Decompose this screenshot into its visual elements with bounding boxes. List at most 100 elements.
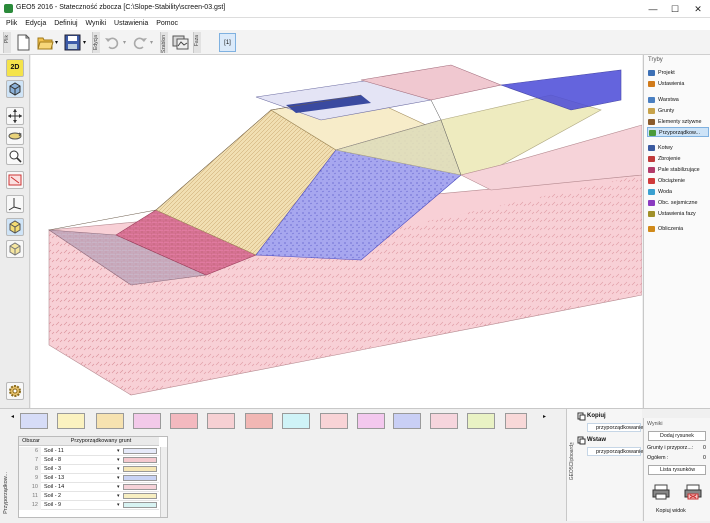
cube-3d-icon bbox=[9, 82, 21, 96]
mode-ustawienia[interactable]: Ustawienia bbox=[647, 79, 709, 89]
axes-button[interactable] bbox=[6, 195, 24, 213]
soil-swatch[interactable] bbox=[430, 413, 458, 429]
slope-3d-model bbox=[47, 64, 642, 396]
zoom-button[interactable] bbox=[6, 147, 24, 165]
toolbar: Plik ▾ ▾ Edycja ▾ ▾ Szablon Faza [1] bbox=[0, 30, 710, 82]
add-image-button[interactable]: Dodaj rysunek bbox=[648, 431, 706, 441]
mode-grunty[interactable]: Grunty bbox=[647, 106, 709, 116]
clipboard-label: GEO5Clipboard™ bbox=[569, 439, 575, 481]
table-row[interactable]: 11 Soil - 2 ▾ bbox=[19, 492, 159, 501]
soil-swatch[interactable] bbox=[393, 413, 421, 429]
view-cube-icon bbox=[9, 220, 21, 234]
assignment-table: Obszar Przyporządkowany grunt 6 Soil - 11… bbox=[18, 436, 168, 518]
paste-assignment-button[interactable]: przyporządkowanie bbox=[587, 447, 643, 456]
minimize-button[interactable]: — bbox=[642, 2, 664, 16]
soil-swatch[interactable] bbox=[20, 413, 48, 429]
soil-swatch[interactable] bbox=[357, 413, 385, 429]
chevron-down-icon: ▾ bbox=[117, 466, 120, 472]
mode-3d-button[interactable] bbox=[6, 80, 24, 98]
rotate-button[interactable] bbox=[6, 127, 24, 145]
menu-edycja[interactable]: Edycja bbox=[25, 18, 46, 30]
soil-swatch[interactable] bbox=[282, 413, 310, 429]
menu-bar: Plik Edycja Definiuj Wyniki Ustawienia P… bbox=[0, 18, 710, 30]
mode-obc-sejsmiczne[interactable]: Obc. sejsmiczne bbox=[647, 198, 709, 208]
swatch-scroll-right-icon[interactable]: ▸ bbox=[543, 413, 546, 420]
soil-swatch[interactable] bbox=[505, 413, 527, 429]
soil-swatch[interactable] bbox=[207, 413, 235, 429]
redo-dropdown-icon[interactable]: ▾ bbox=[150, 39, 153, 46]
output-panel: Wyniki Dodaj rysunek Grunty i przyporz..… bbox=[643, 418, 710, 521]
view-cube-alt-button[interactable] bbox=[6, 240, 24, 258]
new-file-icon[interactable] bbox=[15, 34, 32, 51]
soil-swatch[interactable] bbox=[133, 413, 161, 429]
close-button[interactable]: ✕ bbox=[687, 2, 709, 16]
assign-icon bbox=[649, 130, 656, 136]
redo-icon[interactable] bbox=[131, 34, 148, 51]
view-cube-alt-icon bbox=[9, 242, 21, 256]
mode-kotwy[interactable]: Kotwy bbox=[647, 143, 709, 153]
print-red-icon[interactable] bbox=[684, 484, 702, 500]
mode-woda[interactable]: Woda bbox=[647, 187, 709, 197]
table-row[interactable]: 9 Soil - 13 ▾ bbox=[19, 474, 159, 483]
table-row[interactable]: 8 Soil - 3 ▾ bbox=[19, 465, 159, 474]
soil-swatch[interactable] bbox=[57, 413, 85, 429]
save-icon[interactable] bbox=[64, 34, 81, 51]
menu-ustawienia[interactable]: Ustawienia bbox=[114, 18, 148, 30]
table-row[interactable]: 6 Soil - 11 ▾ bbox=[19, 447, 159, 456]
view-cube-button[interactable] bbox=[6, 218, 24, 236]
copy-view-button[interactable]: Kopiuj widok bbox=[656, 508, 686, 514]
assignment-frame-label: Przyporządkow... bbox=[3, 472, 9, 514]
menu-definiuj[interactable]: Definiuj bbox=[54, 18, 77, 30]
soil-swatch[interactable] bbox=[170, 413, 198, 429]
open-dropdown-icon[interactable]: ▾ bbox=[55, 39, 58, 46]
mode-panel-header: Tryby bbox=[648, 57, 663, 63]
mode-ustawienia-fazy[interactable]: Ustawienia fazy bbox=[647, 209, 709, 219]
undo-dropdown-icon[interactable]: ▾ bbox=[123, 39, 126, 46]
pan-button[interactable] bbox=[6, 107, 24, 125]
mode-przyporzadkowanie[interactable]: Przyporządkow... bbox=[647, 127, 709, 137]
copy-icon bbox=[577, 412, 586, 421]
printer-icon[interactable] bbox=[652, 484, 670, 500]
toolbar-group-template: Szablon bbox=[160, 32, 168, 53]
table-scrollbar[interactable] bbox=[160, 447, 167, 517]
soil-swatch[interactable] bbox=[245, 413, 273, 429]
anchor-icon bbox=[648, 145, 655, 151]
image-list-button[interactable]: Lista rysunków bbox=[648, 465, 706, 475]
mode-projekt[interactable]: Projekt bbox=[647, 68, 709, 78]
menu-wyniki[interactable]: Wyniki bbox=[86, 18, 107, 30]
table-row[interactable]: 12 Soil - 9 ▾ bbox=[19, 501, 159, 510]
open-folder-icon[interactable] bbox=[37, 34, 54, 51]
maximize-button[interactable]: ☐ bbox=[664, 2, 686, 16]
toolbar-group-frame: Faza bbox=[193, 32, 201, 53]
chevron-down-icon: ▾ bbox=[117, 475, 120, 481]
swatch-scroll-left-icon[interactable]: ◂ bbox=[11, 413, 14, 420]
mode-2d-button[interactable]: 2D bbox=[6, 59, 24, 77]
soil-swatch[interactable] bbox=[96, 413, 124, 429]
undo-icon[interactable] bbox=[104, 34, 121, 51]
chevron-down-icon: ▾ bbox=[117, 448, 120, 454]
project-icon bbox=[648, 70, 655, 76]
table-row[interactable]: 10 Soil - 14 ▾ bbox=[19, 483, 159, 492]
mode-elementy-sztywne[interactable]: Elementy sztywne bbox=[647, 117, 709, 127]
table-row[interactable]: 7 Soil - 8 ▾ bbox=[19, 456, 159, 465]
menu-plik[interactable]: Plik bbox=[6, 18, 17, 30]
soil-swatch[interactable] bbox=[320, 413, 348, 429]
mode-zbrojenie[interactable]: Zbrojenie bbox=[647, 154, 709, 164]
copy-assignment-button[interactable]: przyporządkowanie bbox=[587, 423, 643, 432]
soil-swatch[interactable] bbox=[467, 413, 495, 429]
zoom-extents-button[interactable] bbox=[6, 171, 24, 189]
stage-selector[interactable]: [1] bbox=[219, 33, 236, 52]
save-dropdown-icon[interactable]: ▾ bbox=[83, 39, 86, 46]
analysis-icon bbox=[648, 226, 655, 232]
clipboard-panel: GEO5Clipboard™ Kopiuj przyporządkowanie … bbox=[566, 409, 643, 521]
mode-obliczenia[interactable]: Obliczenia bbox=[647, 224, 709, 234]
template-icon[interactable] bbox=[172, 34, 189, 51]
model-viewport[interactable] bbox=[31, 55, 642, 408]
chevron-down-icon: ▾ bbox=[117, 502, 120, 508]
mode-pale[interactable]: Pale stabilizujące bbox=[647, 165, 709, 175]
mode-obciazenie[interactable]: Obciążenie bbox=[647, 176, 709, 186]
output-header: Wyniki bbox=[647, 421, 663, 427]
settings-button[interactable] bbox=[6, 382, 24, 400]
mode-warstwa[interactable]: Warstwa bbox=[647, 95, 709, 105]
menu-pomoc[interactable]: Pomoc bbox=[156, 18, 178, 30]
